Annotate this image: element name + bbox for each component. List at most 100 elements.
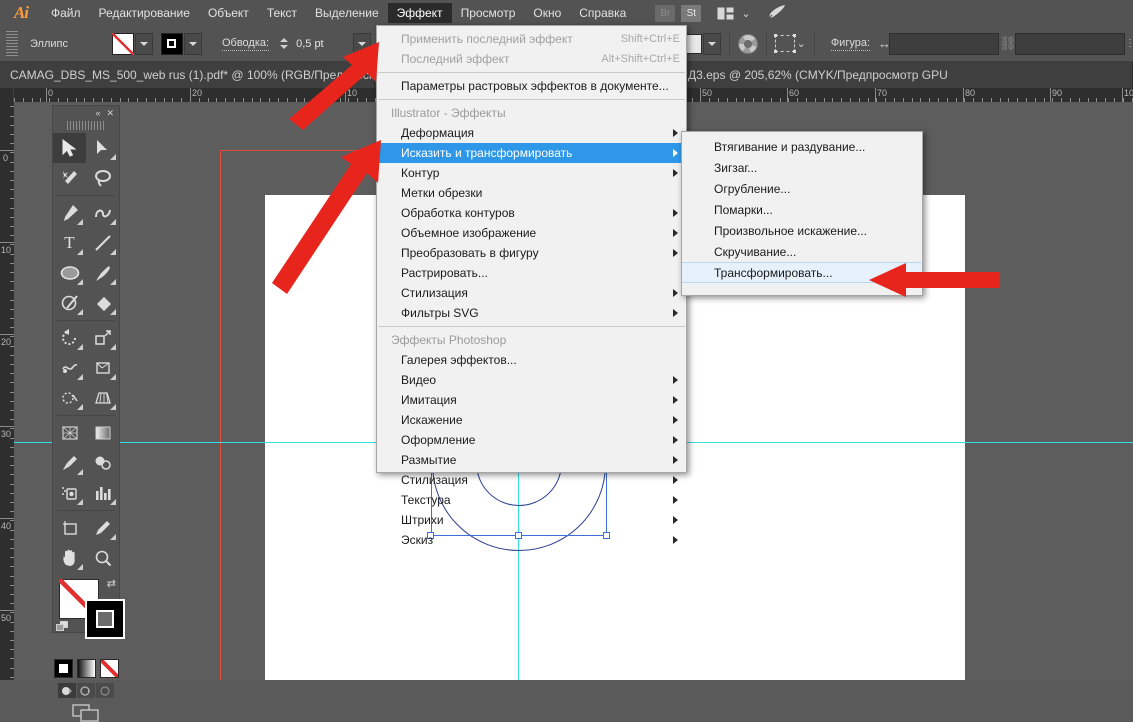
stroke-weight-stepper[interactable] <box>277 33 290 55</box>
type-tool[interactable]: T <box>53 228 86 258</box>
fill-color-swatch[interactable] <box>111 32 134 55</box>
menu-item-texture[interactable]: Текстура <box>377 490 686 510</box>
menu-item-brush-strokes[interactable]: Штрихи <box>377 510 686 530</box>
draw-behind-button[interactable] <box>77 683 95 698</box>
paintbrush-tool[interactable] <box>86 258 119 288</box>
stroke-weight-value[interactable]: 0,5 pt <box>290 33 352 55</box>
mesh-tool[interactable] <box>53 418 86 448</box>
pen-tool[interactable] <box>53 198 86 228</box>
width-tool[interactable] <box>53 353 86 383</box>
menu-item-stylize-ps[interactable]: Стилизация <box>377 470 686 490</box>
arrange-documents-icon[interactable]: ⌄ <box>717 7 751 20</box>
magic-wand-tool[interactable] <box>53 163 86 193</box>
shape-width-input[interactable] <box>889 32 999 55</box>
menu-item-effect-gallery[interactable]: Галерея эффектов... <box>377 350 686 370</box>
solid-color-button[interactable] <box>53 659 73 678</box>
default-fill-stroke-icon[interactable] <box>56 621 69 632</box>
zoom-tool[interactable] <box>86 543 119 573</box>
menu-item-blur[interactable]: Размытие <box>377 450 686 470</box>
menu-item-rasterize[interactable]: Растрировать... <box>377 263 686 283</box>
menu-item-path[interactable]: Контур <box>377 163 686 183</box>
menu-item-pixelate[interactable]: Оформление <box>377 430 686 450</box>
shape-builder-tool[interactable] <box>53 383 86 413</box>
swap-fill-stroke-icon[interactable]: ⇄ <box>107 577 116 590</box>
panel-grip[interactable] <box>6 30 18 57</box>
collapse-icon[interactable]: « <box>95 108 100 118</box>
direct-selection-tool[interactable] <box>86 133 119 163</box>
chevron-down-icon[interactable]: ⌄ <box>741 7 750 20</box>
menu-item-3d[interactable]: Объемное изображение <box>377 223 686 243</box>
ruler-origin-corner[interactable] <box>0 88 14 102</box>
stroke-weight-label[interactable]: Обводка: <box>221 37 270 51</box>
change-screen-mode-icon[interactable] <box>53 704 119 722</box>
menu-type[interactable]: Текст <box>258 3 306 23</box>
submenu-item-scribble[interactable]: Помарки... <box>682 199 922 220</box>
perspective-grid-tool[interactable] <box>86 383 119 413</box>
bridge-icon[interactable]: Br <box>655 4 676 22</box>
menu-help[interactable]: Справка <box>570 3 635 23</box>
stock-icon[interactable]: St <box>681 4 702 22</box>
menu-item-pathfinder[interactable]: Обработка контуров <box>377 203 686 223</box>
none-color-button[interactable] <box>99 659 119 678</box>
menu-item-convert-to-shape[interactable]: Преобразовать в фигуру <box>377 243 686 263</box>
document-tab-3[interactable]: Д3.eps @ 205,62% (CMYK/Предпросмотр GPU <box>678 62 1133 88</box>
menu-item-video[interactable]: Видео <box>377 370 686 390</box>
menu-item-artistic[interactable]: Имитация <box>377 390 686 410</box>
effect-dropdown-menu[interactable]: Применить последний эффект Shift+Ctrl+E … <box>376 25 687 547</box>
menu-item-document-raster-settings[interactable]: Параметры растровых эффектов в документе… <box>377 76 686 96</box>
slice-tool[interactable] <box>86 513 119 543</box>
column-graph-tool[interactable] <box>86 478 119 508</box>
menu-window[interactable]: Окно <box>524 3 570 23</box>
menu-item-stylize-ai[interactable]: Стилизация <box>377 283 686 303</box>
menu-view[interactable]: Просмотр <box>452 3 525 23</box>
close-icon[interactable]: ✕ <box>106 108 114 119</box>
menu-item-distort-ps[interactable]: Искажение <box>377 410 686 430</box>
stroke-dropdown-chevron-icon[interactable] <box>183 32 202 55</box>
menu-edit[interactable]: Редактирование <box>90 3 199 23</box>
draw-inside-button[interactable] <box>96 683 114 698</box>
menu-file[interactable]: Файл <box>42 3 90 23</box>
artboard-tool[interactable] <box>53 513 86 543</box>
shaper-tool[interactable] <box>53 288 86 318</box>
blend-tool[interactable] <box>86 448 119 478</box>
gradient-tool[interactable] <box>86 418 119 448</box>
symbol-sprayer-tool[interactable] <box>53 478 86 508</box>
menu-select[interactable]: Выделение <box>306 3 388 23</box>
shape-height-input[interactable] <box>1015 32 1125 55</box>
stroke-color-swatch[interactable] <box>160 32 183 55</box>
menu-item-sketch[interactable]: Эскиз <box>377 530 686 550</box>
submenu-item-zig-zag[interactable]: Зигзаг... <box>682 157 922 178</box>
menu-item-distort-and-transform[interactable]: Исказить и трансформировать <box>377 143 686 163</box>
free-transform-tool[interactable] <box>86 353 119 383</box>
style-chevron-icon[interactable] <box>702 32 721 55</box>
gradient-button[interactable] <box>76 659 96 678</box>
menu-effect[interactable]: Эффект <box>387 3 452 23</box>
stroke-swatch[interactable] <box>85 599 125 639</box>
vertical-ruler[interactable]: 0 10 20 30 40 50 <box>0 88 14 680</box>
submenu-item-pucker-bloat[interactable]: Втягивание и раздувание... <box>682 136 922 157</box>
scale-tool[interactable] <box>86 323 119 353</box>
rocket-icon[interactable] <box>767 4 787 23</box>
eyedropper-tool[interactable] <box>53 448 86 478</box>
menu-item-svg-filters[interactable]: Фильтры SVG <box>377 303 686 323</box>
opacity-icon[interactable] <box>737 33 758 54</box>
submenu-item-transform[interactable]: Трансформировать... <box>682 262 922 283</box>
document-tab-1[interactable]: CAMAG_DBS_MS_500_web rus (1).pdf* @ 100%… <box>0 62 396 88</box>
hand-tool[interactable] <box>53 543 86 573</box>
ellipse-tool[interactable] <box>53 258 86 288</box>
menu-item-crop-marks[interactable]: Метки обрезки <box>377 183 686 203</box>
submenu-item-twist[interactable]: Скручивание... <box>682 241 922 262</box>
menu-item-warp[interactable]: Деформация <box>377 123 686 143</box>
chevron-down-icon[interactable]: ⌄ <box>797 37 806 50</box>
more-options-icon[interactable]: ⋮ <box>1125 38 1133 49</box>
submenu-item-free-distort[interactable]: Произвольное искажение... <box>682 220 922 241</box>
stroke-weight-chevron-icon[interactable] <box>353 32 372 55</box>
selection-tool[interactable] <box>53 133 86 163</box>
link-icon[interactable]: ⛓ <box>999 35 1017 52</box>
eraser-tool[interactable] <box>86 288 119 318</box>
line-segment-tool[interactable] <box>86 228 119 258</box>
menu-object[interactable]: Объект <box>199 3 258 23</box>
draw-normal-button[interactable] <box>58 683 76 698</box>
rotate-tool[interactable] <box>53 323 86 353</box>
toolbox-grip[interactable] <box>67 121 105 130</box>
